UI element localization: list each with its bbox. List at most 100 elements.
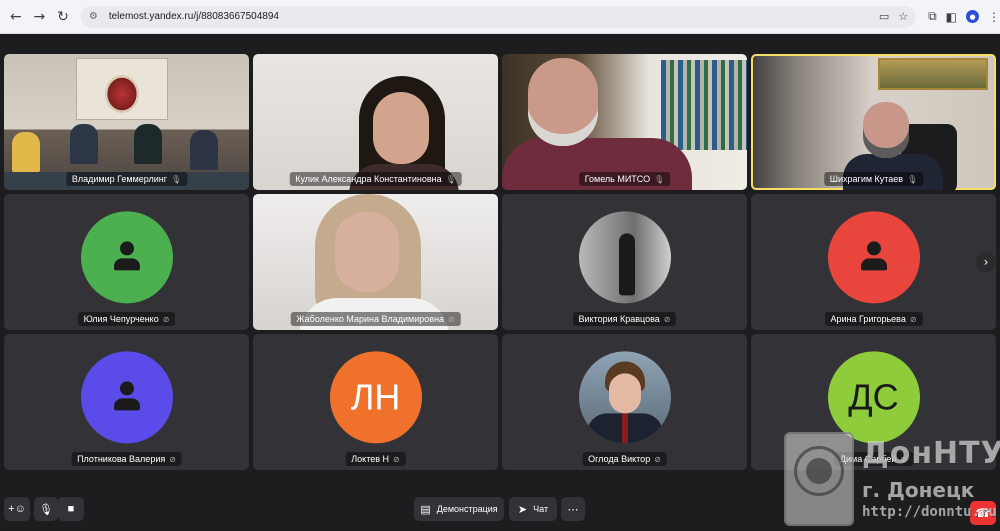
participant-name-plate: Жаболенко Марина Владимировна ⊘: [290, 312, 461, 326]
watermark-url: http://donntu.ru: [862, 504, 997, 520]
next-page-button[interactable]: ›: [976, 252, 996, 272]
video-person-head: [863, 102, 909, 158]
participant-tile[interactable]: Кулик Александра Константиновна 🎙: [253, 54, 498, 190]
mic-off-icon: ⊘: [162, 314, 170, 324]
mic-off-icon: ⊘: [393, 454, 400, 464]
url-text: telemost.yandex.ru/j/88083667504894: [108, 11, 279, 22]
participant-name: Плотникова Валерия: [77, 454, 166, 464]
reload-button[interactable]: ↻: [53, 7, 73, 27]
participant-name: Оглода Виктор: [588, 454, 651, 464]
address-bar[interactable]: ⚙ telemost.yandex.ru/j/88083667504894 ▭ …: [80, 5, 917, 28]
participant-name-plate: Виктория Кравцова ⊘: [572, 312, 677, 326]
video-person: [190, 130, 218, 170]
avatar: [827, 211, 920, 304]
wall-painting: [878, 58, 988, 90]
camera-icon: ■: [67, 503, 75, 515]
mic-off-icon: ⊘: [654, 454, 661, 464]
video-person-face: [335, 212, 399, 292]
avatar: [80, 211, 173, 304]
screen-share-button[interactable]: ▤ Демонстрация: [414, 497, 504, 521]
watermark-title: ДонНТУ: [862, 436, 1000, 471]
avatar-initials: ЛН: [350, 376, 401, 418]
bookmark-star-icon[interactable]: ☆: [898, 10, 908, 23]
microphone-icon: 🎙: [39, 503, 53, 516]
avatar: [578, 211, 671, 304]
participant-tile[interactable]: Плотникова Валерия ⊘: [4, 334, 249, 470]
mic-icon: 🎙: [171, 174, 182, 184]
arrow-right-icon: →: [33, 8, 46, 25]
add-person-icon: +☺: [8, 503, 26, 515]
extensions-icon[interactable]: ⧉: [928, 9, 937, 24]
mic-off-icon: ⊘: [169, 454, 176, 464]
participant-name: Кулик Александра Константиновна: [295, 174, 442, 184]
participant-name: Владимир Геммерлинг: [71, 174, 167, 184]
browser-toolbar: ← → ↻ ⚙ telemost.yandex.ru/j/88083667504…: [0, 0, 1000, 34]
participant-name-plate: Шихрагим Кутаев 🎙: [823, 172, 924, 186]
browser-menu-icon[interactable]: ⋮: [988, 10, 1000, 24]
participant-tile[interactable]: Виктория Кравцова ⊘: [502, 194, 747, 330]
video-person: [12, 132, 40, 172]
chat-button[interactable]: ➤ Чат: [509, 497, 557, 521]
forward-button[interactable]: →: [30, 7, 50, 27]
person-icon: [111, 381, 143, 413]
watermark-city: г. Донецк: [862, 478, 975, 502]
site-info-icon[interactable]: ⚙: [89, 11, 101, 23]
screen-share-icon: ▤: [420, 503, 431, 516]
participant-name-plate: Локтев Н ⊘: [345, 452, 406, 466]
avatar: [80, 351, 173, 444]
screen-share-label: Демонстрация: [436, 504, 498, 514]
emblem-icon: [105, 75, 139, 113]
participant-name-plate: Юлия Чепурченко ⊘: [77, 312, 176, 326]
mic-icon: 🎙: [907, 174, 918, 184]
mic-off-icon: ⊘: [448, 314, 455, 324]
back-button[interactable]: ←: [6, 7, 26, 27]
participant-name: Юлия Чепурченко: [83, 314, 159, 324]
participant-tile-active-speaker[interactable]: Шихрагим Кутаев 🎙: [751, 54, 996, 190]
participant-name-plate: Гомель МИТСО 🎙: [578, 172, 671, 186]
profile-avatar[interactable]: ●: [966, 10, 980, 23]
person-icon: [858, 241, 890, 273]
photo-tie: [621, 413, 628, 444]
avatar: ЛН: [329, 351, 422, 444]
mic-off-icon: ⊘: [663, 314, 671, 324]
bookshelf: [661, 60, 747, 150]
video-person: [134, 124, 162, 164]
participant-name: Виктория Кравцова: [578, 314, 660, 324]
more-icon: ⋯: [567, 503, 579, 516]
participant-tile[interactable]: Владимир Геммерлинг 🎙: [4, 54, 249, 190]
video-person-face: [373, 92, 429, 164]
chat-label: Чат: [533, 504, 549, 514]
participant-name: Шихрагим Кутаев: [829, 174, 904, 184]
participant-name-plate: Владимир Геммерлинг 🎙: [65, 172, 188, 186]
wall-banner: [76, 58, 168, 120]
participant-name: Гомель МИТСО: [584, 174, 651, 184]
participant-name: Арина Григорьева: [830, 314, 906, 324]
video-person-head: [528, 58, 598, 146]
watermark: ДонНТУ г. Донецк http://donntu.ru: [784, 430, 1000, 528]
person-icon: [111, 241, 143, 273]
participant-name-plate: Арина Григорьева ⊘: [824, 312, 923, 326]
more-options-button[interactable]: ⋯: [561, 497, 585, 521]
mic-icon: 🎙: [445, 174, 456, 184]
invite-button[interactable]: +☺: [4, 497, 30, 521]
university-seal-icon: [784, 432, 854, 526]
participant-tile[interactable]: Юлия Чепурченко ⊘: [4, 194, 249, 330]
reload-icon: ↻: [57, 8, 69, 25]
participant-name-plate: Плотникова Валерия ⊘: [71, 452, 182, 466]
participant-name: Локтев Н: [351, 454, 390, 464]
side-panel-icon[interactable]: ◧: [946, 10, 957, 24]
participant-tile[interactable]: Арина Григорьева ⊘: [751, 194, 996, 330]
mic-icon: 🎙: [654, 174, 665, 184]
participant-tile[interactable]: Оглода Виктор ⊘: [502, 334, 747, 470]
cast-icon[interactable]: ▭: [879, 10, 889, 23]
photo-face: [608, 373, 641, 414]
participant-name-plate: Оглода Виктор ⊘: [582, 452, 667, 466]
participant-tile[interactable]: Жаболенко Марина Владимировна ⊘: [253, 194, 498, 330]
participant-tile[interactable]: Гомель МИТСО 🎙: [502, 54, 747, 190]
mic-toggle-button[interactable]: 🎙: [34, 497, 58, 521]
video-person: [70, 124, 98, 164]
participant-tile[interactable]: ЛН Локтев Н ⊘: [253, 334, 498, 470]
photo-figure: [618, 233, 635, 296]
camera-toggle-button[interactable]: ■: [58, 497, 84, 521]
avatar: [578, 351, 671, 444]
